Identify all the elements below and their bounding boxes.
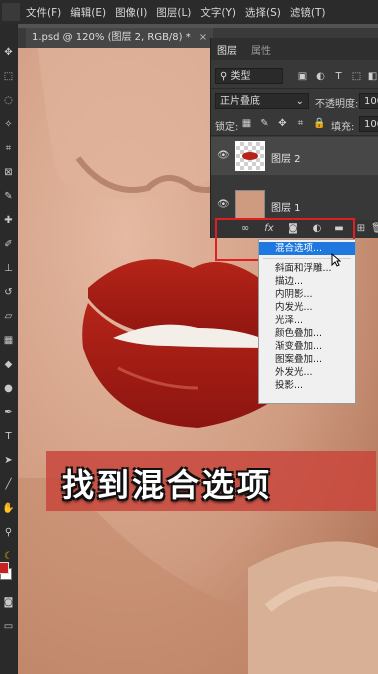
layer-style-menu: 混合选项... 斜面和浮雕... 描边... 内阴影... 内发光... 光泽.… (258, 239, 356, 404)
tab-layers[interactable]: 图层 (217, 42, 237, 57)
search-icon: ⚲ (220, 71, 231, 82)
frame-tool-icon[interactable]: ⊠ (2, 166, 15, 179)
lock-all-icon[interactable]: 🔒 (313, 118, 325, 129)
panel-tab-bar: 图层 属性 (211, 38, 378, 60)
foreground-color-swatch[interactable] (0, 562, 9, 574)
menu-filter[interactable]: 滤镜(T) (290, 5, 326, 20)
layer-filter-select[interactable]: ⚲ 类型 (215, 68, 283, 84)
eye-icon[interactable]: 👁 (217, 200, 230, 210)
menu-item-inner-glow[interactable]: 内发光... (259, 301, 355, 314)
lock-artboard-icon[interactable]: ⌗ (295, 118, 306, 129)
fill-label: 填充: (331, 122, 355, 133)
menu-item-satin[interactable]: 光泽... (259, 314, 355, 327)
caption-text: 找到混合选项 (62, 466, 273, 504)
menu-image[interactable]: 图像(I) (115, 5, 147, 20)
layer-thumbnail (235, 190, 265, 220)
opacity-label: 不透明度: (315, 99, 359, 110)
menu-item-gradient-overlay[interactable]: 渐变叠加... (259, 340, 355, 353)
menu-edit[interactable]: 编辑(E) (70, 5, 106, 20)
layer-filter-value: 类型 (230, 71, 251, 82)
menu-select[interactable]: 选择(S) (245, 5, 281, 20)
text-tool-icon[interactable]: T (2, 430, 15, 443)
lock-position-icon[interactable]: ✥ (277, 118, 288, 129)
filter-smart-object-icon[interactable]: ◧ (367, 71, 378, 82)
marquee-tool-icon[interactable]: ⬚ (2, 70, 15, 83)
layer-name: 图层 1 (271, 203, 301, 214)
history-brush-tool-icon[interactable]: ↺ (2, 286, 15, 299)
filter-adjustment-icon[interactable]: ◐ (315, 71, 326, 82)
chevron-down-icon: ⌄ (295, 96, 304, 107)
caption-banner: 找到混合选项 (46, 451, 376, 511)
stamp-tool-icon[interactable]: ⊥ (2, 262, 15, 275)
lasso-tool-icon[interactable]: ◌ (2, 94, 15, 107)
opacity-input[interactable]: 100 (359, 93, 378, 109)
lock-image-icon[interactable]: ✎ (259, 118, 270, 129)
menu-bar: 文件(F) 编辑(E) 图像(I) 图层(L) 文字(Y) 选择(S) 滤镜(T… (0, 0, 378, 24)
fill-value: 100 (364, 119, 378, 130)
brush-tool-icon[interactable]: ✐ (2, 238, 15, 251)
menu-type[interactable]: 文字(Y) (200, 5, 236, 20)
filter-pixel-icon[interactable]: ▣ (297, 71, 308, 82)
menu-item-color-overlay[interactable]: 颜色叠加... (259, 327, 355, 340)
menu-item-pattern-overlay[interactable]: 图案叠加... (259, 353, 355, 366)
layers-panel: 图层 属性 ⚲ 类型 ▣ ◐ T ⬚ ◧ 正片叠底 ⌄ 不透明度: 100 锁定:… (210, 38, 378, 238)
menu-item-drop-shadow[interactable]: 投影... (259, 379, 355, 392)
menu-layer[interactable]: 图层(L) (156, 5, 191, 20)
quick-mask-icon[interactable]: ◙ (2, 596, 15, 609)
lock-label: 锁定: (215, 122, 239, 133)
pen-tool-icon[interactable]: ✒ (2, 406, 15, 419)
blend-mode-value: 正片叠底 (220, 96, 260, 107)
dodge-tool-icon[interactable]: ● (2, 382, 15, 395)
trash-icon[interactable]: 🗑 (371, 223, 378, 235)
path-selection-tool-icon[interactable]: ➤ (2, 454, 15, 467)
tools-panel: ✥ ⬚ ◌ ✧ ⌗ ⊠ ✎ ✚ ✐ ⊥ ↺ ▱ ▦ ◆ ● ✒ T ➤ ╱ ✋ … (0, 24, 18, 674)
mouse-cursor-icon (331, 252, 342, 267)
tab-properties[interactable]: 属性 (251, 42, 271, 57)
layer-thumbnail (235, 141, 265, 171)
layer-name: 图层 2 (271, 154, 301, 165)
gradient-tool-icon[interactable]: ▦ (2, 334, 15, 347)
document-tab[interactable]: 1.psd @ 120% (图层 2, RGB/8) * × (26, 28, 214, 48)
layer-row-2[interactable]: 👁 图层 2 (211, 137, 378, 175)
fill-input[interactable]: 100 (359, 116, 378, 132)
menu-file[interactable]: 文件(F) (26, 5, 61, 20)
filter-shape-icon[interactable]: ⬚ (351, 71, 362, 82)
document-tab-title: 1.psd @ 120% (图层 2, RGB/8) * (32, 32, 191, 43)
eraser-tool-icon[interactable]: ▱ (2, 310, 15, 323)
crop-tool-icon[interactable]: ⌗ (2, 142, 15, 155)
app-logo-icon (2, 3, 20, 21)
menu-item-inner-shadow[interactable]: 内阴影... (259, 288, 355, 301)
line-tool-icon[interactable]: ╱ (2, 478, 15, 491)
lock-transparent-icon[interactable]: ▦ (241, 118, 252, 129)
new-layer-icon[interactable]: ⊞ (355, 223, 367, 235)
opacity-value: 100 (364, 96, 378, 107)
eyedropper-tool-icon[interactable]: ✎ (2, 190, 15, 203)
zoom-tool-icon[interactable]: ⚲ (2, 526, 15, 539)
menu-item-stroke[interactable]: 描边... (259, 275, 355, 288)
hand-tool-icon[interactable]: ✋ (2, 502, 15, 515)
blend-mode-select[interactable]: 正片叠底 ⌄ (215, 93, 309, 109)
blur-tool-icon[interactable]: ◆ (2, 358, 15, 371)
screen-mode-icon[interactable]: ▭ (2, 620, 15, 633)
move-tool-icon[interactable]: ✥ (2, 46, 15, 59)
lip-thumbnail-icon (242, 152, 258, 160)
healing-brush-tool-icon[interactable]: ✚ (2, 214, 15, 227)
magic-wand-tool-icon[interactable]: ✧ (2, 118, 15, 131)
menu-item-outer-glow[interactable]: 外发光... (259, 366, 355, 379)
filter-type-icon[interactable]: T (333, 71, 344, 82)
close-tab-icon[interactable]: × (199, 32, 207, 43)
eye-icon[interactable]: 👁 (217, 151, 230, 161)
